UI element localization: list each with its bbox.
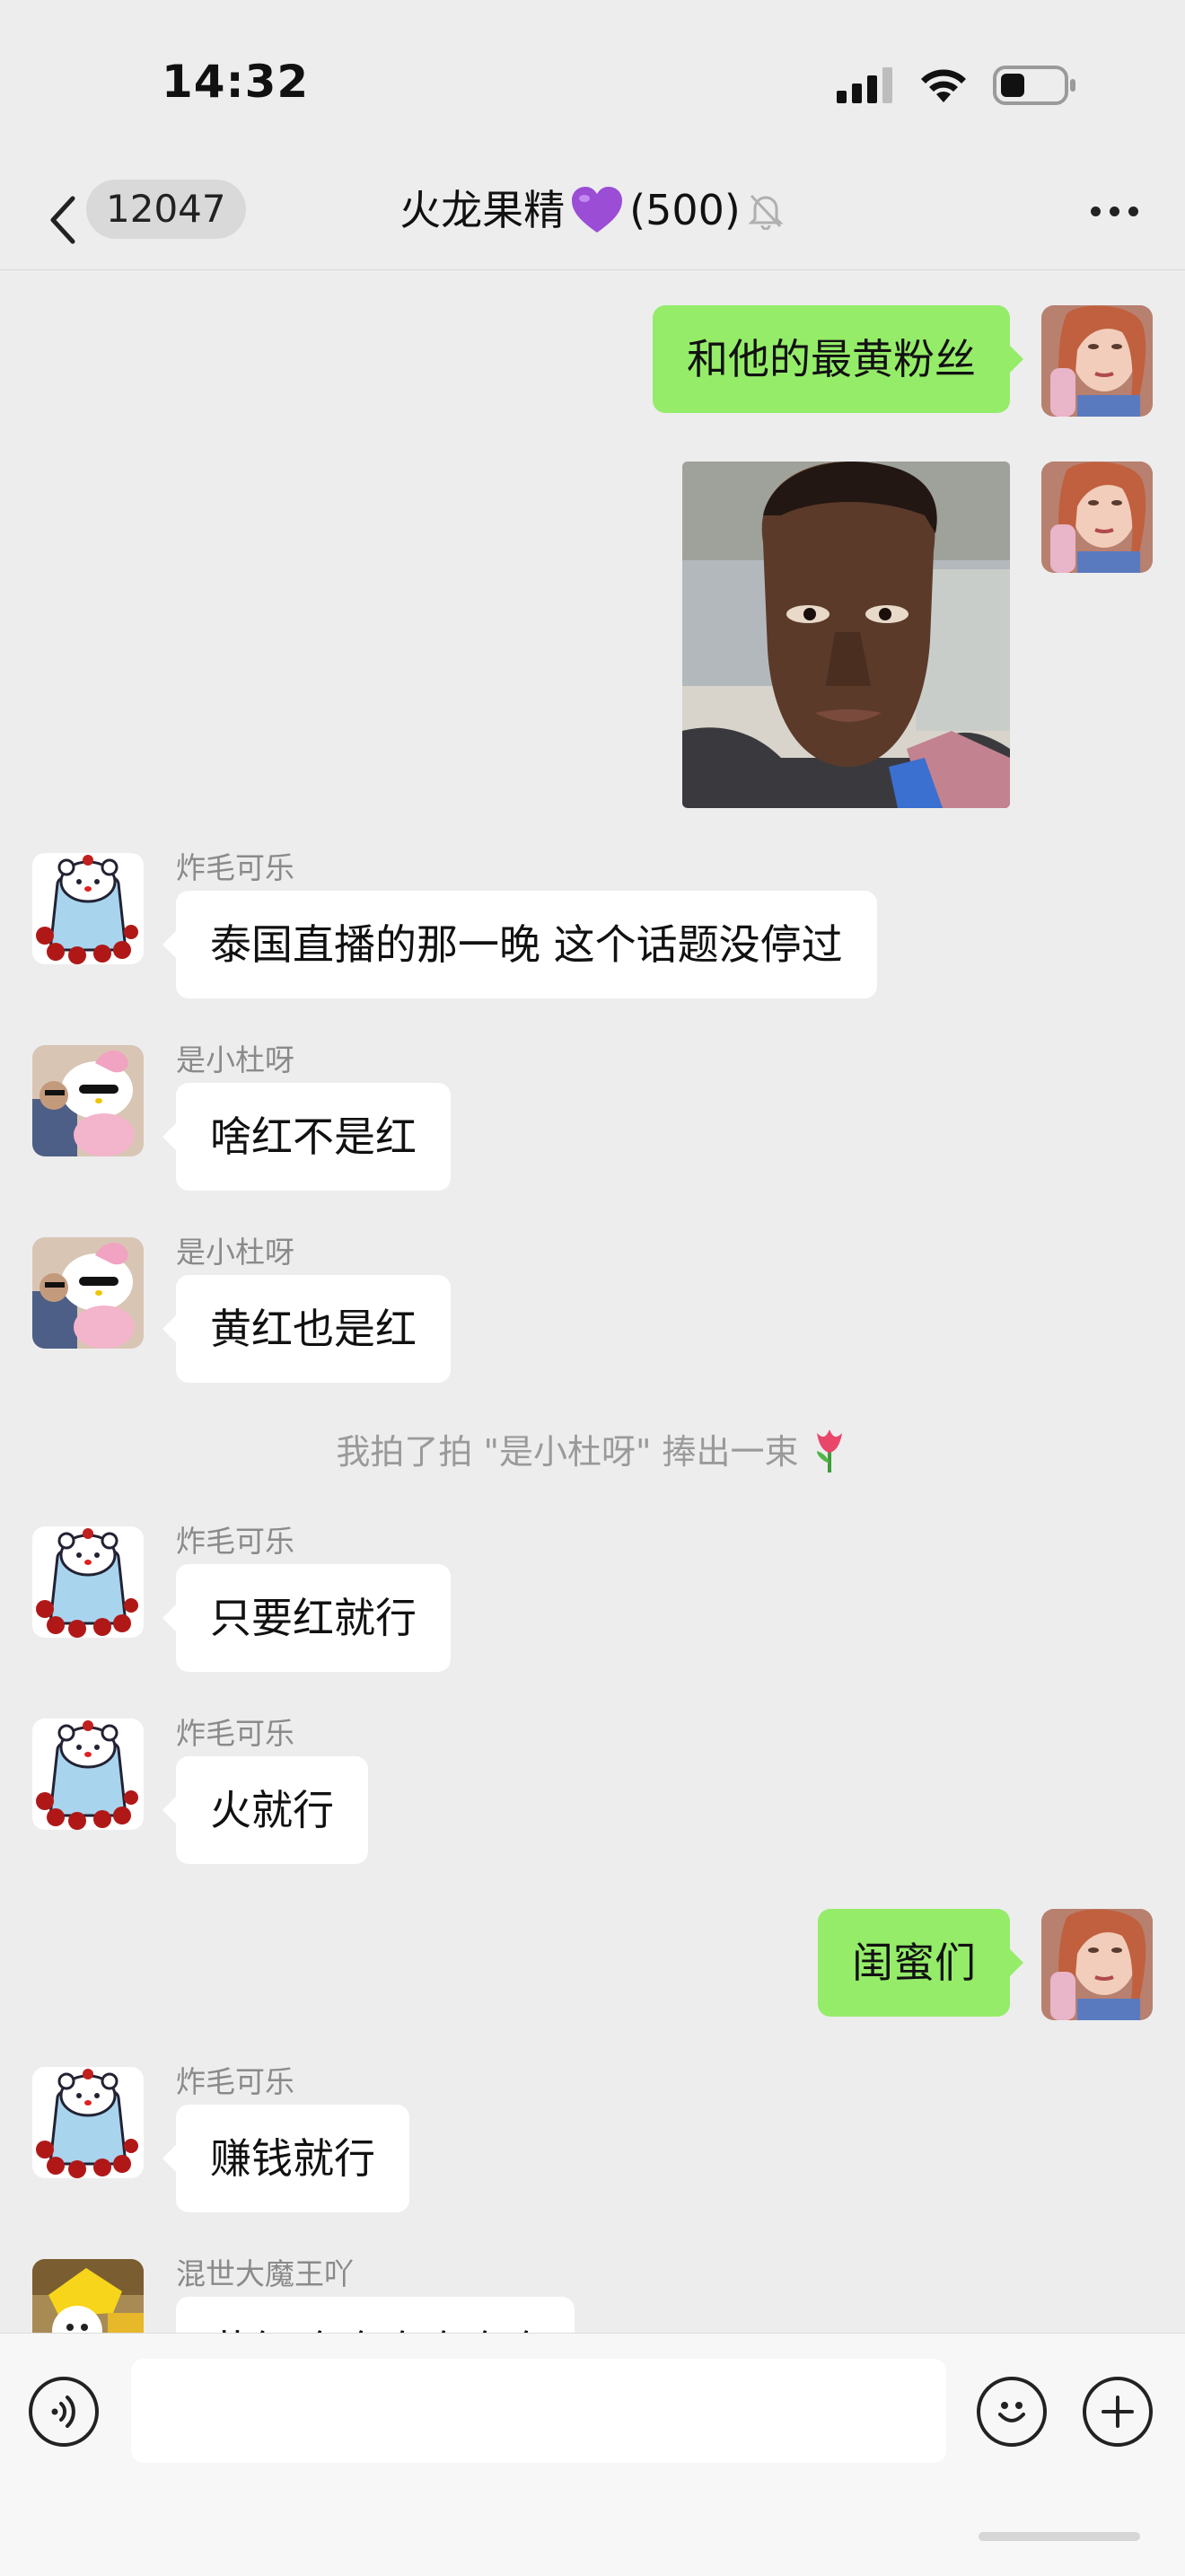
home-indicator [979,2532,1140,2541]
sender-avatar[interactable] [32,1237,144,1349]
message-bubble[interactable]: 火就行 [162,1756,368,1864]
my-message-bubble[interactable]: 和他的最黄粉丝 [653,305,1023,413]
bell-slash-icon [748,194,784,230]
sender-avatar[interactable] [32,1045,144,1156]
sender-name: 炸毛可乐 [176,1716,294,1751]
my-avatar[interactable] [1041,462,1153,573]
purple-heart-icon [572,187,623,233]
more-dots-icon [1091,207,1101,216]
message-bubble[interactable]: 黄红也是红 [162,1275,451,1383]
message-bubble[interactable]: 只要红就行 [162,1564,451,1672]
sender-name: 炸毛可乐 [176,2064,294,2099]
my-message-bubble[interactable]: 闺蜜们 [818,1909,1023,2017]
more-button[interactable] [1091,207,1138,216]
member-count: (500) [629,186,741,234]
my-avatar[interactable] [1041,1909,1153,2020]
sender-avatar[interactable] [32,2067,144,2178]
sender-avatar[interactable] [32,1719,144,1830]
voice-icon [51,2396,75,2428]
chat-title-row[interactable]: 火龙果精 (500) [0,183,1185,237]
status-time: 14:32 [162,56,310,108]
plus-icon [1102,2396,1134,2428]
shared-photo[interactable] [682,462,1010,808]
message-bubble[interactable]: 赚钱就行 [162,2105,409,2212]
sender-name: 混世大魔王吖 [176,2256,354,2291]
my-avatar[interactable] [1041,305,1153,417]
message-bubble[interactable]: 泰国直播的那一晚 这个话题没停过 [162,891,877,998]
system-message-text: 我拍了拍 "是小杜呀" 捧出一束 [336,1432,799,1472]
tulip-icon [816,1429,842,1473]
wifi-icon [921,69,966,102]
chat-title: 火龙果精 [399,186,566,234]
more-tools-button[interactable] [1083,2377,1153,2447]
chat-header: 12047 火龙果精 (500) [0,171,1185,270]
sender-name: 是小杜呀 [176,1235,294,1270]
emoji-icon [998,2402,1025,2422]
system-message: 我拍了拍 "是小杜呀" 捧出一束 [0,1424,1185,1473]
status-bar: 14:32 [0,0,1185,171]
sender-avatar[interactable] [32,853,144,964]
sender-name: 炸毛可乐 [176,850,294,885]
battery-icon [993,66,1075,105]
message-bubble[interactable]: 啥红不是红 [162,1083,451,1191]
emoji-button[interactable] [977,2377,1047,2447]
signal-icon [837,67,892,103]
message-input[interactable] [131,2359,946,2463]
sender-name: 炸毛可乐 [176,1524,294,1559]
voice-button[interactable] [29,2377,99,2447]
sender-avatar[interactable] [32,1526,144,1638]
status-icons [837,65,1077,106]
sender-name: 是小杜呀 [176,1042,294,1077]
